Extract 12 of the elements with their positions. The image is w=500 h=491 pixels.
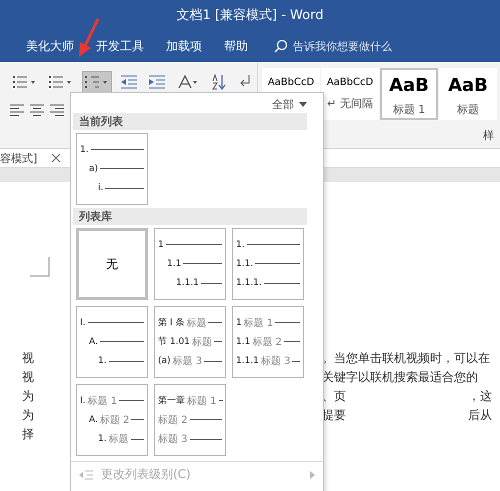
paragraph-text: 后从	[468, 408, 492, 423]
paragraph-text: 为	[22, 408, 35, 423]
paragraph-text: 为	[22, 389, 35, 404]
window-title: 文档1 [兼容模式] - Word	[176, 7, 324, 24]
paragraph-text: ，这	[468, 389, 492, 404]
paragraph-text: 择	[22, 427, 35, 442]
section-title: 当前列表	[79, 115, 123, 128]
document-tab-title: 容模式]	[0, 150, 38, 166]
section-title: 列表库	[79, 210, 112, 223]
paragraph-text: 视	[22, 351, 35, 366]
group-label: 样	[483, 128, 494, 143]
paragraph-text: 视	[22, 370, 35, 385]
